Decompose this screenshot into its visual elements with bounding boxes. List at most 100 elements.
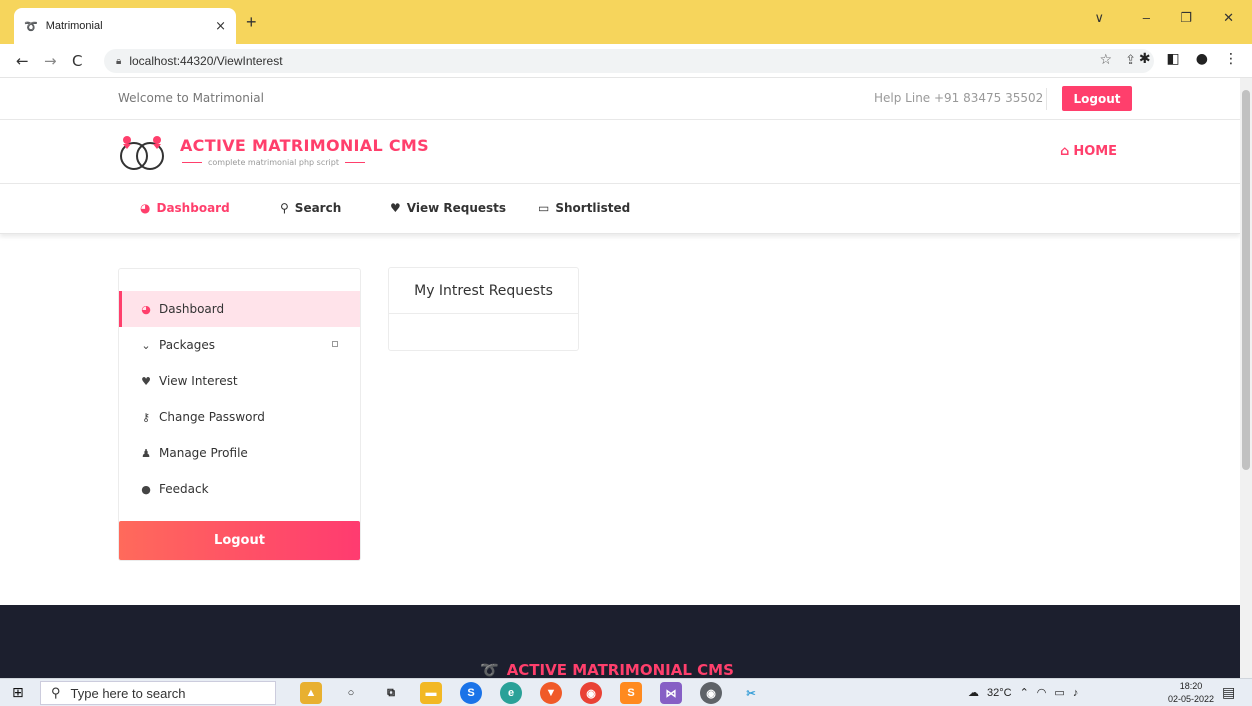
- heart-icon: ♥: [141, 374, 151, 388]
- sidebar-logout-button[interactable]: Logout: [119, 521, 360, 560]
- menu-label: View Requests: [406, 201, 507, 215]
- user-icon: ♟: [141, 446, 151, 460]
- sidebar-item-label: Dashboard: [159, 302, 225, 316]
- cortana-icon[interactable]: ○: [340, 682, 362, 704]
- windows-start-icon[interactable]: ⊞: [12, 685, 24, 701]
- chevron-down-icon: ⌄: [141, 338, 151, 352]
- sidebar-item-label: View Interest: [159, 374, 238, 388]
- tab-search-dropdown-icon[interactable]: ∨: [1094, 10, 1104, 26]
- dashboard-icon: ◕: [141, 302, 151, 316]
- sidebar-item-label: Change Password: [159, 410, 265, 424]
- brand-header: ACTIVE MATRIMONIAL CMS complete matrimon…: [0, 120, 1240, 184]
- sidebar-item-dashboard[interactable]: ◕ Dashboard: [119, 291, 360, 327]
- footer: ➰ ACTIVE MATRIMONIAL CMS: [0, 605, 1240, 678]
- sidebar-item-label: Feedack: [159, 482, 209, 496]
- chrome-profile-icon[interactable]: ◉: [700, 682, 722, 704]
- chrome-icon[interactable]: ◉: [580, 682, 602, 704]
- clock-date: 02-05-2022: [1168, 694, 1215, 704]
- edge-icon[interactable]: e: [500, 682, 522, 704]
- close-window-button[interactable]: ✕: [1223, 10, 1234, 26]
- rings-logo-icon: ➰: [480, 661, 499, 678]
- extension-toolbar: ✱ ◧ ● ⋮: [1139, 51, 1238, 67]
- search-icon: ⚲: [51, 685, 61, 700]
- volume-icon[interactable]: ♪: [1073, 687, 1079, 699]
- home-link[interactable]: ⌂ HOME: [1060, 144, 1117, 159]
- file-explorer-icon[interactable]: ▬: [420, 682, 442, 704]
- url-text: localhost:44320/ViewInterest: [129, 54, 283, 68]
- browser-tab[interactable]: ➰ Matrimonial ×: [14, 8, 236, 44]
- sidebar-item-feedback[interactable]: ● Feedack: [119, 471, 360, 507]
- header-logout-button[interactable]: Logout: [1062, 86, 1132, 111]
- tab-close-icon[interactable]: ×: [215, 19, 226, 34]
- weather-icon[interactable]: ☁: [968, 686, 979, 699]
- menu-item-shortlisted[interactable]: ▭ Shortlisted: [538, 201, 630, 215]
- sidebar-item-change-password[interactable]: ⚷ Change Password: [119, 399, 360, 435]
- brave-icon[interactable]: ▼: [540, 682, 562, 704]
- taskbar-search-placeholder: Type here to search: [70, 685, 186, 701]
- address-bar-row: ← → C 🔒︎ localhost:44320/ViewInterest ☆ …: [0, 44, 1252, 78]
- taskbar-search-input[interactable]: ⚲ Type here to search: [40, 681, 276, 705]
- system-tray: ☁ 32°C ⌃ ◠ ▭ ♪: [968, 686, 1079, 700]
- card-title: My Intrest Requests: [389, 268, 578, 314]
- clock-time: 18:20: [1179, 681, 1203, 691]
- extensions-puzzle-icon[interactable]: ✱: [1139, 51, 1151, 67]
- tagline-text: complete matrimonial php script: [208, 158, 339, 167]
- heart-icon: ♥: [390, 201, 401, 215]
- bookmark-star-icon[interactable]: ☆: [1099, 52, 1112, 68]
- notification-icon[interactable]: ▤: [1222, 685, 1235, 701]
- battery-icon[interactable]: ▭: [1054, 686, 1064, 699]
- snip-tool-icon[interactable]: ✂: [740, 682, 762, 704]
- brand-tagline: complete matrimonial php script: [182, 158, 365, 167]
- taskbar-clock[interactable]: 18:20 02-05-2022: [1168, 680, 1214, 706]
- new-tab-button[interactable]: +: [246, 12, 257, 33]
- sidebar-item-view-interest[interactable]: ♥ View Interest: [119, 363, 360, 399]
- rings-favicon-icon: ➰: [24, 19, 38, 33]
- scrollbar-thumb[interactable]: [1242, 90, 1250, 470]
- menu-label: Shortlisted: [555, 201, 631, 215]
- profile-avatar-icon[interactable]: ●: [1196, 51, 1208, 67]
- dashboard-icon: ◕: [140, 201, 151, 215]
- menu-item-dashboard[interactable]: ◕ Dashboard: [140, 201, 230, 215]
- side-panel-icon[interactable]: ◧: [1167, 51, 1180, 67]
- skype-icon[interactable]: S: [460, 682, 482, 704]
- lock-icon: 🔒︎: [116, 55, 122, 67]
- page-scrollbar[interactable]: [1240, 78, 1252, 678]
- sidebar-item-packages[interactable]: ⌄ Packages: [119, 327, 360, 363]
- share-icon[interactable]: ⇪: [1125, 53, 1136, 68]
- forward-button[interactable]: →: [44, 52, 57, 70]
- wifi-icon[interactable]: ◠: [1037, 686, 1047, 699]
- laptop-icon: ▭: [538, 201, 550, 215]
- browser-menu-icon[interactable]: ⋮: [1224, 51, 1238, 67]
- search-icon: ⚲: [280, 201, 289, 215]
- sidebar-item-label: Packages: [159, 338, 215, 352]
- key-icon: ⚷: [141, 410, 151, 424]
- sublime-icon[interactable]: S: [620, 682, 642, 704]
- menu-label: Search: [294, 201, 342, 215]
- menu-item-view-requests[interactable]: ♥ View Requests: [390, 201, 506, 215]
- footer-brand-name: ACTIVE MATRIMONIAL CMS: [506, 661, 734, 678]
- back-button[interactable]: ←: [16, 52, 29, 70]
- url-input[interactable]: 🔒︎ localhost:44320/ViewInterest ☆ ⇪: [104, 49, 1154, 73]
- web-page: Welcome to Matrimonial Help Line +91 834…: [0, 78, 1240, 678]
- rings-logo-icon[interactable]: [114, 130, 174, 174]
- helpline-text: Help Line +91 83475 35502: [874, 91, 1044, 105]
- footer-brand: ➰ ACTIVE MATRIMONIAL CMS: [480, 661, 734, 678]
- welcome-text: Welcome to Matrimonial: [118, 91, 264, 105]
- top-strip: Welcome to Matrimonial Help Line +91 834…: [0, 78, 1240, 120]
- tray-chevron-up-icon[interactable]: ⌃: [1020, 686, 1029, 699]
- menu-item-search[interactable]: ⚲ Search: [280, 201, 341, 215]
- brand-name[interactable]: ACTIVE MATRIMONIAL CMS: [180, 136, 429, 155]
- task-view-icon[interactable]: ⧉: [380, 682, 402, 704]
- widget-icon[interactable]: ▲: [300, 682, 322, 704]
- minimize-button[interactable]: –: [1143, 10, 1150, 25]
- divider: [1046, 88, 1047, 110]
- temperature-text[interactable]: 32°C: [987, 687, 1012, 699]
- home-label: HOME: [1073, 144, 1118, 159]
- maximize-button[interactable]: ❐: [1180, 10, 1192, 26]
- visual-studio-icon[interactable]: ⋈: [660, 682, 682, 704]
- sidebar: ◕ Dashboard ⌄ Packages ♥ View Interest ⚷…: [118, 268, 361, 561]
- interest-requests-card: My Intrest Requests: [388, 267, 579, 351]
- reload-button[interactable]: C: [72, 52, 82, 70]
- expand-indicator-icon: [332, 341, 338, 347]
- sidebar-item-manage-profile[interactable]: ♟ Manage Profile: [119, 435, 360, 471]
